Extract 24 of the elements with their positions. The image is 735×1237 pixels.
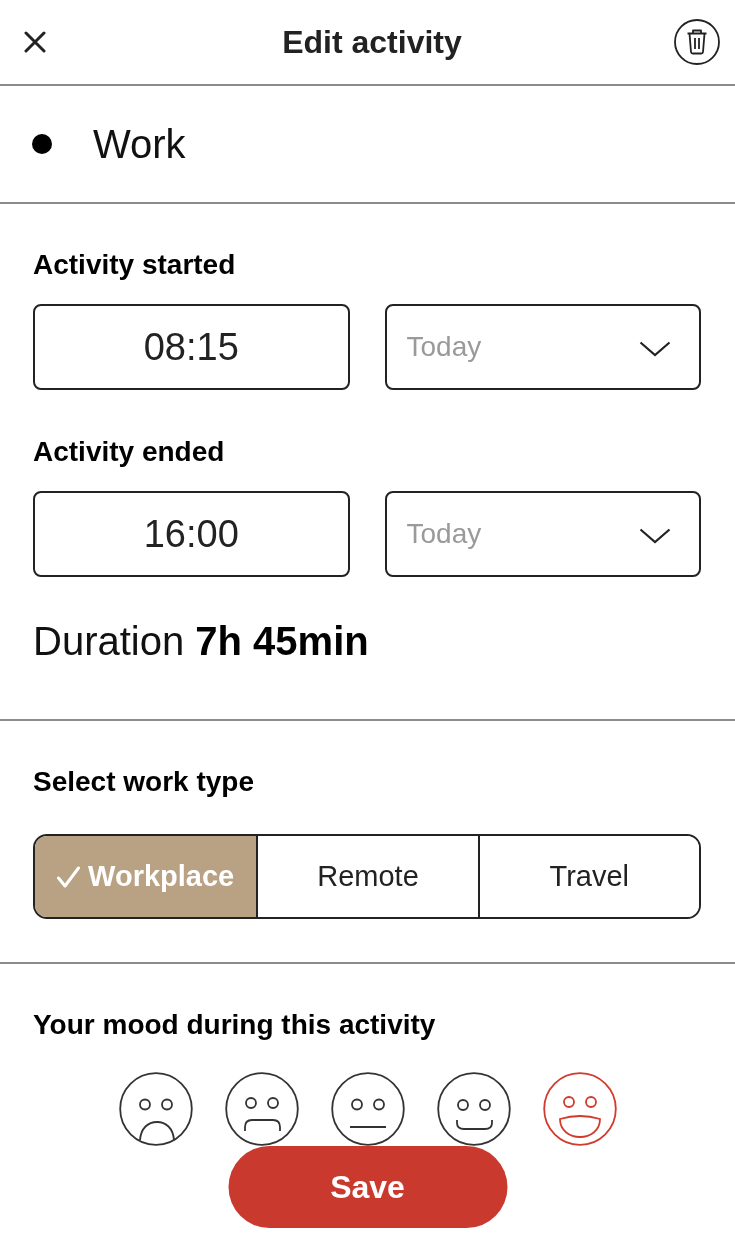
neutral-face-icon[interactable] [330,1072,405,1146]
field-label: Activity started [33,248,236,282]
very-sad-face-icon[interactable] [118,1072,193,1146]
duration-text: Duration 7h 45min [33,618,369,665]
day-dropdown[interactable]: Today [384,491,701,577]
smiling-face-icon[interactable] [436,1072,511,1146]
chevron-down-icon [639,528,671,544]
section-label: Select work type [33,765,254,799]
time-input[interactable]: 16:00 [33,491,350,577]
section-label: Your mood during this activity [33,1008,436,1042]
sad-face-icon[interactable] [224,1072,299,1146]
check-icon [57,865,81,888]
trash-icon[interactable] [674,19,720,65]
field-label: Activity ended [33,435,225,469]
chevron-down-icon [639,341,671,357]
work-type-segment[interactable]: Travel [477,836,699,917]
page-title: Edit activity [282,23,462,61]
save-button[interactable]: Save [228,1146,507,1228]
day-dropdown[interactable]: Today [384,304,701,390]
activity-name: Work [93,121,186,167]
time-input[interactable]: 08:15 [33,304,350,390]
close-icon[interactable] [24,31,46,53]
grinning-face-icon[interactable] [542,1072,617,1146]
dot-icon [32,134,52,154]
